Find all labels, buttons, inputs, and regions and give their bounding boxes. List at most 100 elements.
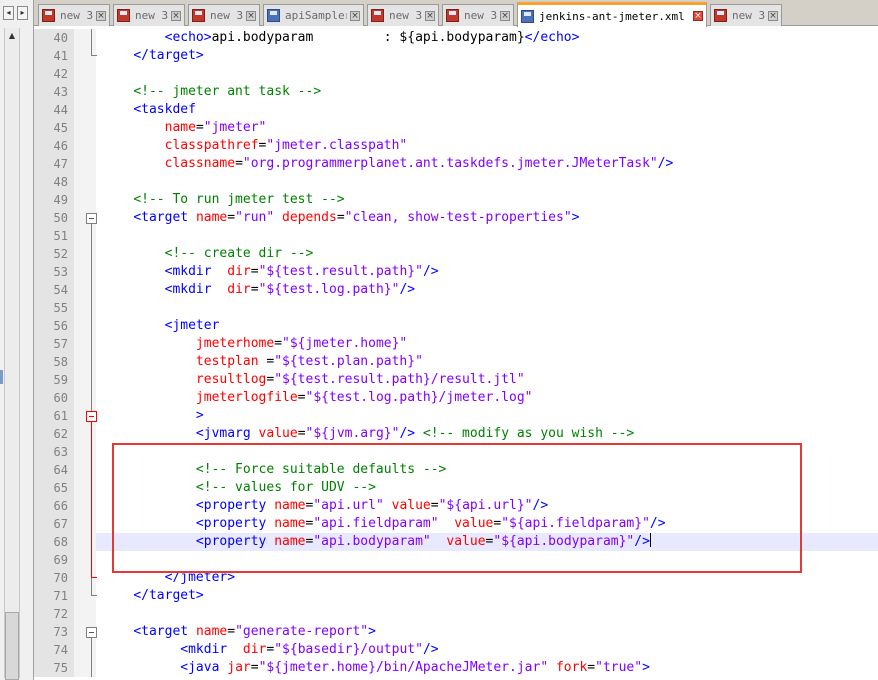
code-line[interactable]: 73 <target name="generate-report"> — [34, 623, 878, 641]
tab-jenkins-ant-jmeter-xml[interactable]: jenkins-ant-jmeter.xml × — [517, 2, 707, 27]
code-line[interactable]: 46 classpathref="jmeter.classpath" — [34, 137, 878, 155]
code-token: <!-- Force suitable defaults --> — [195, 462, 447, 477]
code-text: <echo>api.bodyparam : ${api.bodyparam}</… — [102, 29, 580, 47]
code-line[interactable]: 52 <!-- create dir --> — [34, 245, 878, 263]
close-tab-icon[interactable]: × — [768, 10, 778, 21]
code-text: > — [102, 407, 204, 425]
code-line[interactable]: 70 </jmeter> — [34, 569, 878, 587]
panel-expand-right-icon[interactable]: ▸ — [17, 6, 28, 20]
code-line[interactable]: 74 <mkdir dir="${basedir}/output"/> — [34, 641, 878, 659]
panel-collapse-left-icon[interactable]: ◂ — [3, 6, 14, 20]
code-line[interactable]: 65 <!-- values for UDV --> — [34, 479, 878, 497]
code-line[interactable]: 62 <jvmarg value="${jvm.arg}"/> <!-- mod… — [34, 425, 878, 443]
line-number: 65 — [34, 479, 74, 497]
code-line[interactable]: 63 — [34, 443, 878, 461]
fold-collapse-icon[interactable] — [86, 627, 97, 638]
code-token: <property — [195, 498, 275, 513]
tab-apisampler[interactable]: apiSampler × — [263, 4, 364, 26]
code-token: "generate-report" — [235, 624, 369, 639]
line-number: 51 — [34, 227, 74, 245]
tab-new-31[interactable]: new 31× — [188, 4, 260, 26]
code-line[interactable]: 45 name="jmeter" — [34, 119, 878, 137]
line-number: 70 — [34, 569, 74, 587]
code-line[interactable]: 64 <!-- Force suitable defaults --> — [34, 461, 878, 479]
tab-label: new 33 — [389, 9, 422, 22]
close-tab-icon[interactable]: × — [350, 10, 360, 21]
code-line[interactable]: 58 testplan ="${test.plan.path}" — [34, 353, 878, 371]
panel-scrollbar[interactable] — [4, 28, 20, 678]
code-line[interactable]: 66 <property name="api.url" value="${api… — [34, 497, 878, 515]
fold-margin — [74, 137, 96, 155]
code-line[interactable]: 43 <!-- jmeter ant task --> — [34, 83, 878, 101]
code-text: <!-- To run jmeter test --> — [102, 191, 344, 209]
code-text: jmeterhome="${jmeter.home}" — [102, 335, 407, 353]
close-tab-icon[interactable]: × — [500, 10, 510, 21]
code-token: value — [446, 534, 486, 549]
close-tab-icon[interactable]: × — [425, 10, 435, 21]
code-line[interactable]: 51 — [34, 227, 878, 245]
code-line[interactable]: 61 > — [34, 407, 878, 425]
code-line[interactable]: 49 <!-- To run jmeter test --> — [34, 191, 878, 209]
line-number: 54 — [34, 281, 74, 299]
code-line[interactable]: 42 — [34, 65, 878, 83]
code-token: name — [195, 624, 228, 639]
code-line[interactable]: 60 jmeterlogfile="${test.log.path}/jmete… — [34, 389, 878, 407]
fold-collapse-icon[interactable] — [86, 213, 97, 224]
code-token: resultlog — [195, 372, 267, 387]
code-line[interactable]: 75 <java jar="${jmeter.home}/bin/ApacheJ… — [34, 659, 878, 677]
code-token: <mkdir — [164, 264, 228, 279]
code-line[interactable]: 57 jmeterhome="${jmeter.home}" — [34, 335, 878, 353]
code-line[interactable]: 69 — [34, 551, 878, 569]
tab-label: new 32 — [60, 9, 93, 22]
code-text: <jvmarg value="${jvm.arg}"/> <!-- modify… — [102, 425, 634, 443]
code-line[interactable]: 54 <mkdir dir="${test.log.path}"/> — [34, 281, 878, 299]
tab-new-33[interactable]: new 33× — [367, 4, 439, 26]
code-line[interactable]: 50 <target name="run" depends="clean, sh… — [34, 209, 878, 227]
tab-new-37[interactable]: new 37× — [710, 4, 782, 26]
close-tab-icon[interactable]: × — [246, 10, 256, 21]
tab-new-30[interactable]: new 30× — [113, 4, 185, 26]
code-line[interactable]: 55 — [34, 299, 878, 317]
code-editor[interactable]: 40 <echo>api.bodyparam : ${api.bodyparam… — [34, 27, 878, 680]
code-line[interactable]: 53 <mkdir dir="${test.result.path}"/> — [34, 263, 878, 281]
unsaved-disk-icon — [714, 9, 727, 22]
code-token: > — [571, 210, 580, 225]
fold-margin — [74, 497, 96, 515]
code-token: = — [227, 624, 236, 639]
fold-margin — [74, 425, 96, 443]
code-line[interactable]: 47 classname="org.programmerplanet.ant.t… — [34, 155, 878, 173]
code-line[interactable]: 48 — [34, 173, 878, 191]
panel-scrollbar-thumb[interactable] — [5, 612, 19, 680]
fold-margin — [74, 29, 96, 47]
code-token: = — [250, 660, 259, 675]
code-line[interactable]: 40 <echo>api.bodyparam : ${api.bodyparam… — [34, 29, 878, 47]
fold-margin — [74, 461, 96, 479]
fold-margin — [74, 191, 96, 209]
code-line[interactable]: 56 <jmeter — [34, 317, 878, 335]
code-line[interactable]: 72 — [34, 605, 878, 623]
fold-margin — [74, 443, 96, 461]
close-tab-icon[interactable]: × — [96, 10, 106, 21]
code-line[interactable]: 68 <property name="api.bodyparam" value=… — [34, 533, 878, 551]
close-tab-icon[interactable]: × — [171, 10, 181, 21]
fold-collapse-icon[interactable] — [86, 411, 97, 422]
code-line[interactable]: 71 </target> — [34, 587, 878, 605]
tab-new-32[interactable]: new 32× — [38, 4, 110, 26]
code-line[interactable]: 59 resultlog="${test.result.path}/result… — [34, 371, 878, 389]
code-text: <!-- values for UDV --> — [102, 479, 376, 497]
code-text: <mkdir dir="${test.log.path}"/> — [102, 281, 415, 299]
unsaved-disk-icon — [42, 9, 55, 22]
code-line[interactable]: 67 <property name="api.fieldparam" value… — [34, 515, 878, 533]
scroll-up-arrow-icon[interactable]: ▲ — [6, 30, 18, 42]
code-line[interactable]: 44 <taskdef — [34, 101, 878, 119]
tab-new-36[interactable]: new 36× — [442, 4, 514, 26]
close-tab-icon[interactable]: × — [693, 11, 703, 21]
code-line[interactable]: 41 </target> — [34, 47, 878, 65]
